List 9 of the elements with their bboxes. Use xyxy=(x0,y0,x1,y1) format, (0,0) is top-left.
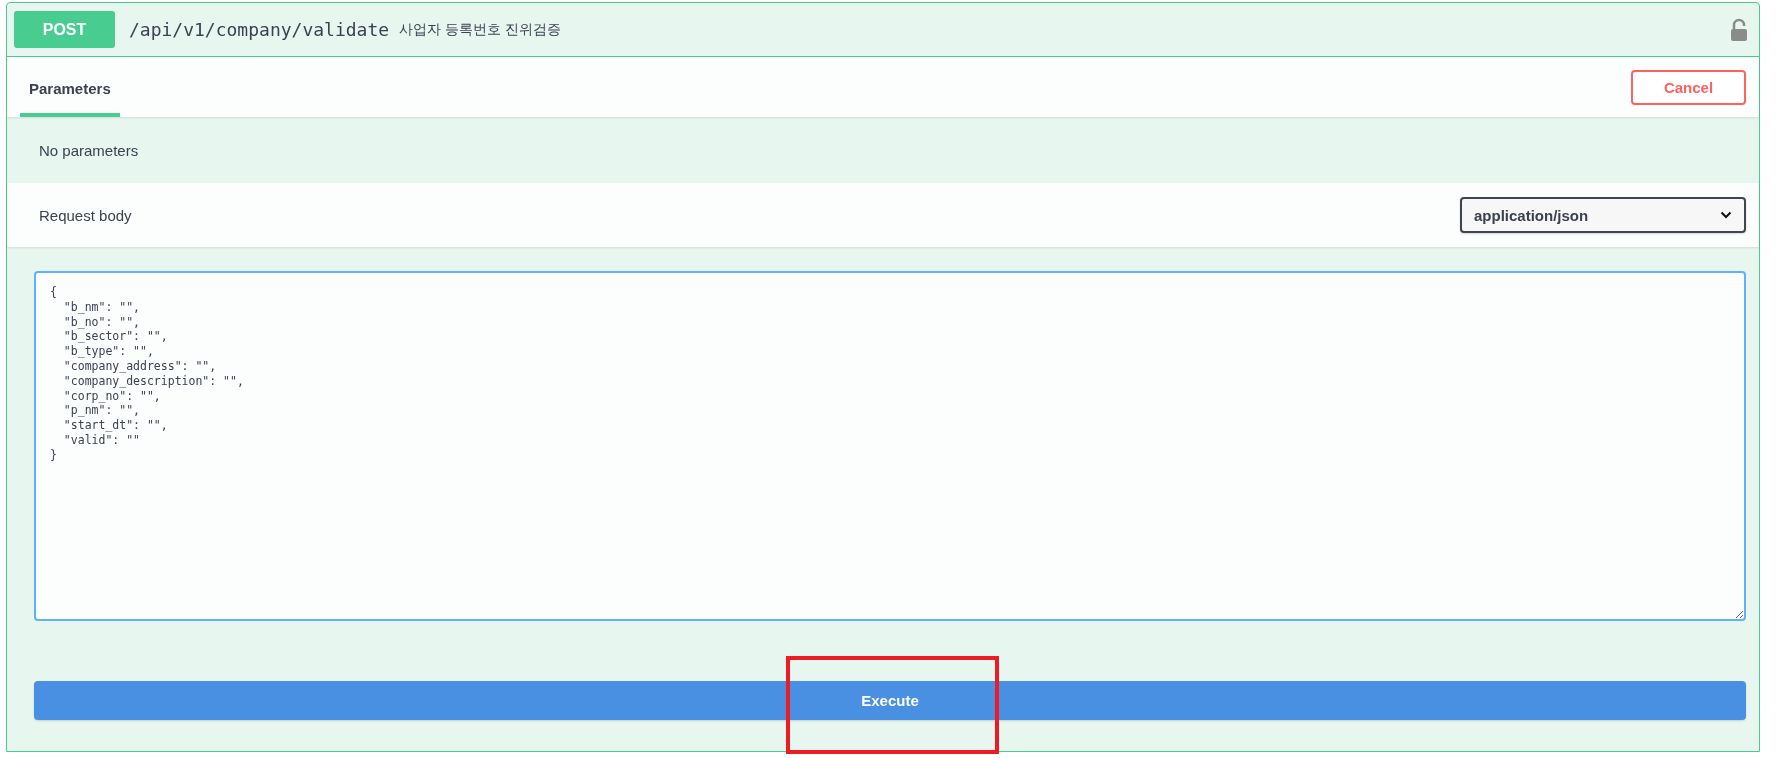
no-parameters-text: No parameters xyxy=(39,141,139,159)
chevron-down-icon xyxy=(1720,211,1732,219)
endpoint-summary: 사업자 등록번호 진위검증 xyxy=(399,20,561,39)
unlocked-lock-icon[interactable] xyxy=(1730,17,1748,42)
request-body-field[interactable]: { "b_nm": "", "b_no": "", "b_sector": "", "b_type": "", "company_address": "", "company_description": "", "corp_no": "", "p_nm": "", "start_dt": "", "valid": "" } xyxy=(34,271,1746,621)
tab[interactable]: Parameters xyxy=(20,80,120,117)
request-body-label: Request body xyxy=(39,206,132,224)
endpoint-path: /api/v1/company/validate xyxy=(129,19,390,40)
content-type-dropdown[interactable]: application/json xyxy=(1460,197,1746,233)
